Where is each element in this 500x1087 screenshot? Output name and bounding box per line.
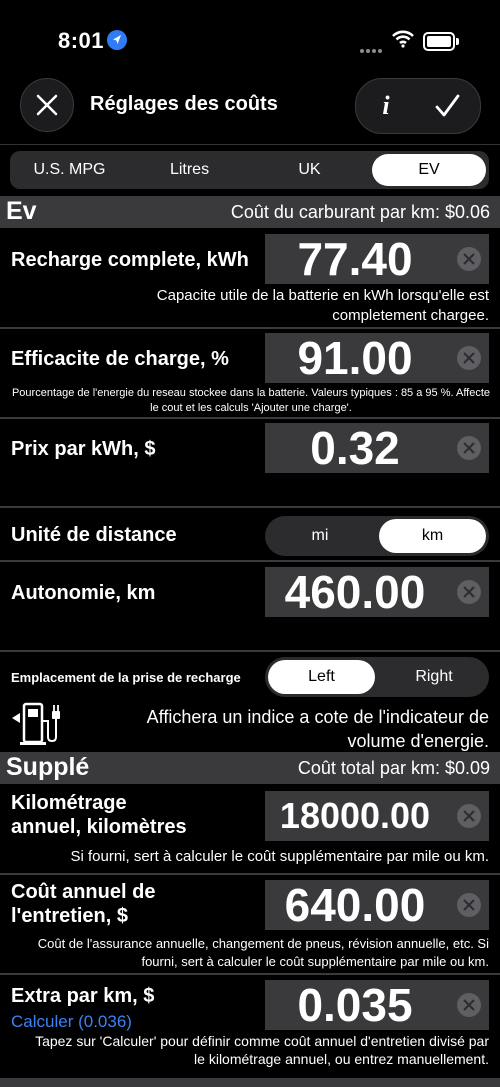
- divider: [0, 327, 500, 329]
- clear-prix-button[interactable]: [457, 436, 481, 460]
- info-button[interactable]: i: [368, 79, 404, 133]
- charging-port-icon: [10, 701, 62, 752]
- status-time: 8:01: [58, 28, 105, 53]
- autonomie-label: Autonomie, km: [11, 582, 156, 604]
- supple-section-header: Supplé Coût total par km: $0.09: [0, 752, 500, 784]
- calculer-link[interactable]: Calculer (0.036): [11, 1012, 132, 1032]
- ev-section-title: Ev: [6, 197, 37, 225]
- efficacite-value[interactable]: 91.00: [265, 332, 445, 384]
- segment-ev[interactable]: EV: [372, 154, 486, 186]
- recharge-field[interactable]: 77.40: [265, 233, 489, 285]
- entretien-value[interactable]: 640.00: [265, 879, 445, 931]
- clear-icon: [463, 442, 475, 454]
- close-icon: [36, 94, 58, 116]
- kilometrage-value[interactable]: 18000.00: [265, 791, 445, 841]
- confirm-button[interactable]: [432, 91, 468, 121]
- segment-uk[interactable]: UK: [250, 151, 369, 189]
- divider: [0, 973, 500, 975]
- autonomie-value[interactable]: 460.00: [265, 566, 445, 618]
- efficacite-label: Efficacite de charge, %: [11, 348, 229, 370]
- kilometrage-label-line1: Kilométrage: [11, 792, 127, 814]
- entretien-description: Coût de l'assurance annuelle, changement…: [37, 936, 489, 969]
- prix-value[interactable]: 0.32: [265, 422, 445, 474]
- prix-label: Prix par kWh, $: [11, 438, 156, 460]
- clear-autonomie-button[interactable]: [457, 580, 481, 604]
- recharge-description: Capacite utile de la batterie en kWh lor…: [156, 287, 489, 324]
- distance-unit-mi[interactable]: mi: [265, 516, 375, 556]
- divider: [0, 417, 500, 419]
- clear-icon: [463, 899, 475, 911]
- location-arrow-icon: [107, 30, 127, 50]
- divider: [0, 650, 500, 652]
- distance-unit-label: Unité de distance: [11, 524, 177, 546]
- kilometrage-label: Kilométrage annuel, kilomètres: [11, 791, 187, 839]
- nav-divider: [0, 144, 500, 145]
- prise-description: Affichera un indice a cote de l'indicate…: [146, 707, 489, 751]
- prise-toggle: Left Right: [265, 657, 489, 697]
- segment-us-mpg[interactable]: U.S. MPG: [10, 151, 129, 189]
- next-section-header: [0, 1078, 500, 1087]
- close-button[interactable]: [20, 78, 74, 132]
- efficacite-field[interactable]: 91.00: [265, 332, 489, 384]
- kilometrage-field[interactable]: 18000.00: [265, 791, 489, 841]
- extra-description: Tapez sur 'Calculer' pour définir comme …: [35, 1033, 489, 1067]
- entretien-label-line1: Coût annuel de: [11, 881, 156, 903]
- nav-actions: i: [355, 78, 481, 134]
- wifi-icon: [392, 30, 414, 53]
- kilometrage-description: Si fourni, sert à calculer le coût suppl…: [70, 848, 489, 865]
- clear-recharge-button[interactable]: [457, 247, 481, 271]
- clear-entretien-button[interactable]: [457, 893, 481, 917]
- efficacite-description: Pourcentage de l'energie du reseau stock…: [11, 387, 491, 414]
- ev-section-header: Ev Coût du carburant par km: $0.06: [0, 196, 500, 228]
- prise-right[interactable]: Right: [379, 657, 489, 697]
- distance-unit-toggle: mi km: [265, 516, 489, 556]
- clear-icon: [463, 999, 475, 1011]
- total-cost-per-km: Coût total par km: $0.09: [297, 758, 490, 778]
- segment-litres[interactable]: Litres: [130, 151, 249, 189]
- cellular-signal-icon: [360, 40, 384, 58]
- entretien-field[interactable]: 640.00: [265, 879, 489, 931]
- extra-label: Extra par km, $: [11, 985, 155, 1007]
- kilometrage-label-line2: annuel, kilomètres: [11, 816, 187, 838]
- divider: [0, 506, 500, 508]
- entretien-label: Coût annuel de l'entretien, $: [11, 880, 155, 928]
- autonomie-field[interactable]: 460.00: [265, 566, 489, 618]
- extra-value[interactable]: 0.035: [265, 979, 445, 1031]
- recharge-value[interactable]: 77.40: [265, 233, 445, 285]
- checkmark-icon: [435, 94, 460, 117]
- divider: [0, 873, 500, 875]
- prix-field[interactable]: 0.32: [265, 422, 489, 474]
- prise-label: Emplacement de la prise de recharge: [11, 670, 241, 685]
- extra-field[interactable]: 0.035: [265, 979, 489, 1031]
- clear-extra-button[interactable]: [457, 993, 481, 1017]
- page-title: Réglages des coûts: [90, 93, 278, 115]
- fuel-cost-per-km: Coût du carburant par km: $0.06: [230, 202, 490, 222]
- clear-efficacite-button[interactable]: [457, 346, 481, 370]
- supple-section-title: Supplé: [6, 753, 90, 781]
- clear-icon: [463, 253, 475, 265]
- clear-kilometrage-button[interactable]: [457, 804, 481, 828]
- entretien-label-line2: l'entretien, $: [11, 905, 129, 927]
- distance-unit-km[interactable]: km: [379, 519, 486, 553]
- clear-icon: [463, 810, 475, 822]
- divider: [0, 560, 500, 562]
- battery-icon: [423, 32, 459, 51]
- unit-segmented-control: U.S. MPG Litres UK EV: [10, 151, 489, 189]
- recharge-label: Recharge complete, kWh: [11, 249, 249, 271]
- clear-icon: [463, 586, 475, 598]
- clear-icon: [463, 352, 475, 364]
- prise-left[interactable]: Left: [268, 660, 375, 694]
